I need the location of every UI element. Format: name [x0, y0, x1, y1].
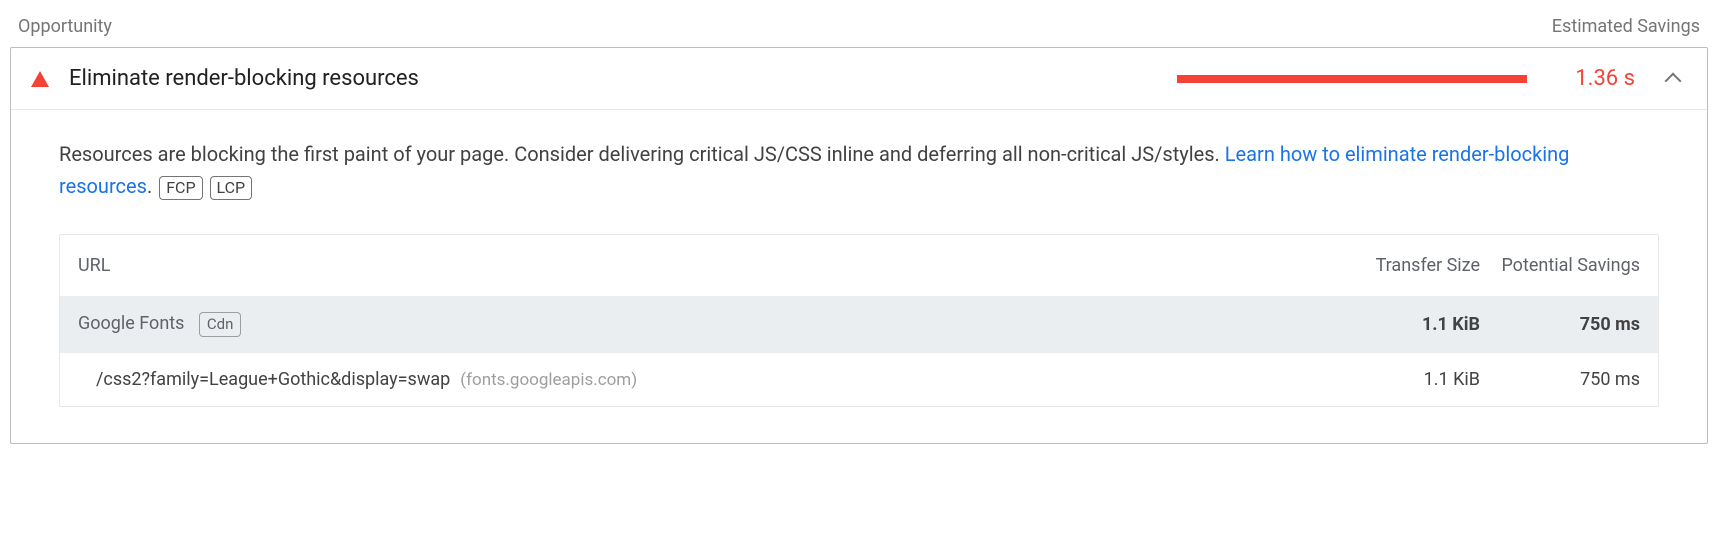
col-header-transfer-size: Transfer Size: [1300, 255, 1480, 276]
audit-description: Resources are blocking the first paint o…: [59, 138, 1659, 202]
group-url-cell: Google Fonts Cdn: [78, 312, 1300, 337]
col-header-potential-savings: Potential Savings: [1480, 253, 1640, 278]
audit-details: Resources are blocking the first paint o…: [11, 110, 1707, 443]
audit-title: Eliminate render-blocking resources: [69, 66, 419, 91]
table-group-row[interactable]: Google Fonts Cdn 1.1 KiB 750 ms: [60, 296, 1658, 353]
description-text: Resources are blocking the first paint o…: [59, 142, 1225, 166]
resource-potential-savings: 750 ms: [1480, 369, 1640, 390]
resource-url-cell: /css2?family=League+Gothic&display=swap …: [96, 369, 1300, 390]
savings-bar-track: [1177, 75, 1527, 83]
chevron-up-icon: [1665, 73, 1683, 85]
savings-value: 1.36 s: [1575, 66, 1635, 91]
metric-tag-fcp: FCP: [159, 176, 202, 200]
resource-table: URL Transfer Size Potential Savings Goog…: [59, 234, 1659, 407]
cdn-chip: Cdn: [199, 312, 242, 337]
audit-item: Eliminate render-blocking resources 1.36…: [10, 47, 1708, 444]
opportunity-header-label: Opportunity: [18, 16, 112, 37]
description-trailing: .: [147, 174, 152, 198]
audit-summary-row[interactable]: Eliminate render-blocking resources 1.36…: [11, 48, 1707, 110]
estimated-savings-header-label: Estimated Savings: [1552, 16, 1700, 37]
resource-path: /css2?family=League+Gothic&display=swap: [96, 369, 450, 390]
group-label: Google Fonts: [78, 313, 184, 334]
table-row: /css2?family=League+Gothic&display=swap …: [60, 353, 1658, 406]
col-header-url: URL: [78, 255, 1300, 276]
audit-list-header: Opportunity Estimated Savings: [10, 10, 1708, 47]
resource-transfer-size: 1.1 KiB: [1300, 369, 1480, 390]
savings-bar-fill: [1177, 75, 1527, 83]
metric-tag-lcp: LCP: [210, 176, 253, 200]
group-transfer-size: 1.1 KiB: [1300, 314, 1480, 335]
group-potential-savings: 750 ms: [1480, 314, 1640, 335]
fail-triangle-icon: [31, 71, 49, 87]
resource-origin: (fonts.googleapis.com): [460, 370, 637, 390]
table-header-row: URL Transfer Size Potential Savings: [60, 235, 1658, 296]
